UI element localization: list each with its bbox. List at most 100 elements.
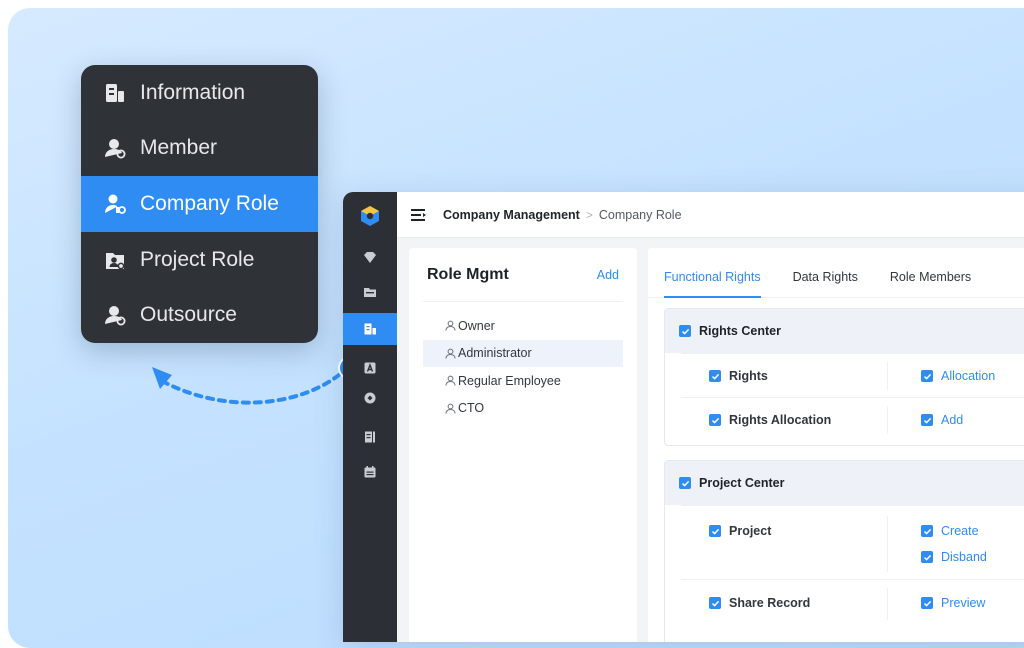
project-role-icon	[104, 249, 126, 271]
column-divider	[887, 516, 888, 572]
user-icon	[445, 403, 456, 414]
company-role-icon	[104, 193, 126, 215]
tab-role-members[interactable]: Role Members	[890, 270, 971, 297]
rights-tabs: Functional Rights Data Rights Role Membe…	[648, 248, 1024, 298]
sidebar-rail	[343, 192, 397, 642]
user-icon	[445, 320, 456, 331]
checkbox-checked-icon[interactable]	[921, 370, 933, 382]
popup-item-outsource[interactable]: Outsource	[81, 287, 318, 343]
connector-arrow	[152, 356, 362, 405]
role-item-administrator[interactable]: Administrator	[423, 339, 623, 367]
stage: Information Member Company Role Project …	[0, 0, 1024, 648]
breadcrumb-current: Company Role	[598, 207, 682, 222]
checkbox-checked-icon[interactable]	[921, 525, 933, 537]
checkbox-checked-icon[interactable]	[679, 477, 691, 489]
group-title: Rights Center	[699, 324, 781, 338]
rights-row-left[interactable]: Share Record	[709, 596, 810, 610]
checkbox-checked-icon[interactable]	[921, 414, 933, 426]
arrow-head-icon	[152, 367, 172, 389]
role-mgmt-title: Role Mgmt	[427, 265, 509, 283]
group-title: Project Center	[699, 476, 785, 490]
popup-item-company-role[interactable]: Company Role	[81, 176, 318, 232]
checkbox-checked-icon[interactable]	[679, 325, 691, 337]
contact-card-icon	[364, 362, 376, 374]
popup-item-label: Information	[140, 80, 246, 104]
permission-label: Share Record	[729, 596, 811, 610]
role-mgmt-header: Role Mgmt Add	[423, 248, 623, 302]
column-divider	[887, 406, 888, 434]
rights-group-rights-center: Rights Center Rights Allocation Rights A…	[664, 308, 1024, 446]
checkbox-checked-icon[interactable]	[709, 414, 721, 426]
action-label: Disband	[941, 550, 987, 564]
permission-label: Project	[729, 524, 772, 538]
company-icon	[364, 323, 376, 335]
rights-group-project-center: Project Center Project Create Disband Sh…	[664, 460, 1024, 642]
popup-item-information[interactable]: Information	[81, 65, 318, 121]
tab-data-rights[interactable]: Data Rights	[793, 270, 858, 297]
column-divider	[887, 588, 888, 620]
action-label: Allocation	[941, 369, 996, 383]
user-icon	[445, 375, 456, 386]
popup-item-label: Company Role	[140, 191, 279, 215]
popup-menu: Information Member Company Role Project …	[81, 65, 318, 343]
tab-functional-rights[interactable]: Functional Rights	[664, 270, 761, 298]
action-label: Create	[941, 524, 979, 538]
rights-row: Rights Allocation	[681, 353, 1024, 397]
rights-row-left[interactable]: Rights Allocation	[709, 413, 831, 427]
app-logo-icon[interactable]	[359, 205, 381, 227]
rail-item-document[interactable]	[343, 421, 397, 453]
rail-item-folder[interactable]	[343, 276, 397, 308]
breadcrumb-separator: >	[585, 207, 593, 222]
rights-row-right[interactable]: Allocation	[921, 369, 995, 383]
outsource-icon	[104, 304, 126, 326]
popup-item-member[interactable]: Member	[81, 121, 318, 177]
rights-row-left[interactable]: Rights	[709, 369, 768, 383]
settings-icon	[364, 392, 376, 404]
checkbox-checked-icon[interactable]	[921, 597, 933, 609]
action-label: Preview	[941, 596, 986, 610]
member-icon	[104, 137, 126, 159]
checkbox-checked-icon[interactable]	[709, 597, 721, 609]
menu-toggle-icon[interactable]	[411, 208, 427, 222]
rail-item-calendar[interactable]	[343, 456, 397, 488]
rights-row-right[interactable]: Add	[921, 413, 963, 427]
breadcrumb-root[interactable]: Company Management	[443, 208, 580, 222]
role-item-label: Owner	[458, 318, 495, 333]
rights-row-right[interactable]: Preview	[921, 596, 985, 610]
role-item-owner[interactable]: Owner	[423, 312, 623, 340]
role-list: Owner Administrator Regular Employee CTO	[409, 312, 637, 422]
document-icon	[365, 431, 375, 443]
checkbox-checked-icon[interactable]	[709, 370, 721, 382]
rail-item-diamond[interactable]	[343, 242, 397, 274]
action-label: Add	[941, 413, 964, 427]
rights-row-right[interactable]: Disband	[921, 550, 987, 564]
checkbox-checked-icon[interactable]	[709, 525, 721, 537]
rights-row-left[interactable]: Project	[709, 524, 771, 538]
user-icon	[445, 348, 456, 359]
group-header[interactable]: Rights Center	[665, 309, 1024, 353]
rights-row: Share Record Preview	[681, 579, 1024, 627]
rights-row: Rights Allocation Add	[681, 397, 1024, 441]
add-role-button[interactable]: Add	[597, 268, 619, 282]
permission-label: Rights	[729, 369, 768, 383]
popup-item-project-role[interactable]: Project Role	[81, 232, 318, 288]
role-item-label: CTO	[458, 401, 485, 416]
checkbox-checked-icon[interactable]	[921, 551, 933, 563]
popup-item-label: Member	[140, 136, 218, 160]
rail-item-contact-card[interactable]	[343, 352, 397, 384]
rail-item-company[interactable]	[343, 313, 397, 345]
column-divider	[887, 362, 888, 390]
app-window: Company Management > Company Role Role M…	[343, 192, 1024, 642]
building-icon	[104, 82, 126, 104]
rail-item-settings[interactable]	[343, 382, 397, 414]
group-header[interactable]: Project Center	[665, 461, 1024, 505]
rights-panel: Functional Rights Data Rights Role Membe…	[648, 248, 1024, 642]
rights-row-right[interactable]: Create	[921, 524, 979, 538]
role-item-label: Administrator	[458, 346, 532, 361]
rights-row: Project Create Disband	[681, 505, 1024, 579]
role-item-label: Regular Employee	[458, 373, 561, 388]
permission-label: Rights Allocation	[729, 413, 832, 427]
role-item-cto[interactable]: CTO	[423, 395, 623, 423]
popup-item-label: Outsource	[140, 303, 237, 327]
role-item-regular-employee[interactable]: Regular Employee	[423, 367, 623, 395]
